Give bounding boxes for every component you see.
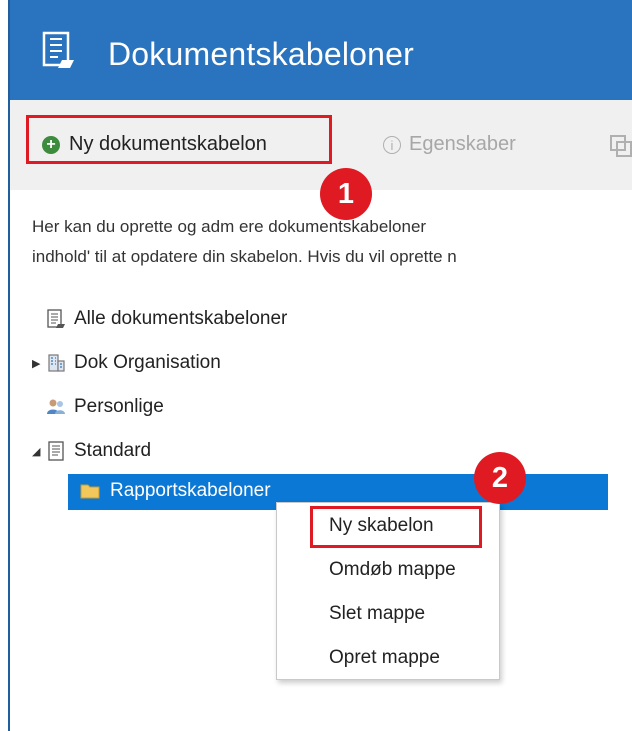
document-icon	[48, 441, 64, 461]
folder-icon	[80, 484, 100, 499]
document-template-icon	[47, 309, 65, 328]
document-template-icon	[42, 31, 74, 68]
menu-item-delete-folder[interactable]: Slet mappe	[329, 603, 425, 625]
tree-item-label: Rapportskabeloner	[110, 480, 271, 501]
menu-item-create-folder[interactable]: Opret mappe	[329, 647, 440, 669]
page-title: Dokumentskabeloner	[108, 36, 414, 72]
tree-item-label: Standard	[74, 440, 152, 461]
tree-item-label: Personlige	[74, 396, 164, 417]
tree-item-all-templates[interactable]: Alle dokumentskabeloner	[46, 308, 287, 330]
app-header: Dokumentskabeloner	[10, 0, 632, 100]
info-icon: i	[383, 135, 401, 154]
intro-text: Her kan du oprette og adm ere dokumentsk…	[32, 212, 632, 272]
menu-item-rename-folder[interactable]: Omdøb mappe	[329, 559, 456, 581]
window-left-border	[0, 0, 10, 731]
step-badge-2: 2	[474, 452, 526, 504]
copy-icon	[610, 135, 632, 157]
properties-button[interactable]: i Egenskaber	[383, 133, 516, 156]
highlight-box-new-template	[26, 115, 332, 164]
intro-line-2: indhold' til at opdatere din skabelon. H…	[32, 247, 457, 266]
tree-item-label: Dok Organisation	[74, 352, 221, 373]
tree-item-label: Alle dokumentskabeloner	[74, 308, 288, 329]
highlight-box-new-template-menu	[310, 506, 482, 548]
building-icon	[48, 354, 65, 372]
tree-item-standard[interactable]: Standard	[46, 440, 151, 462]
users-icon	[47, 399, 65, 414]
tree-item-personlige[interactable]: Personlige	[46, 396, 164, 418]
collapse-arrow-icon[interactable]: ◢	[32, 445, 40, 458]
copy-button[interactable]	[608, 133, 632, 157]
tree-item-dok-organisation[interactable]: Dok Organisation	[46, 352, 221, 374]
intro-line-1: Her kan du oprette og adm ere dokumentsk…	[32, 217, 427, 236]
properties-label: Egenskaber	[409, 133, 516, 155]
expand-arrow-icon[interactable]: ▶	[32, 357, 40, 370]
